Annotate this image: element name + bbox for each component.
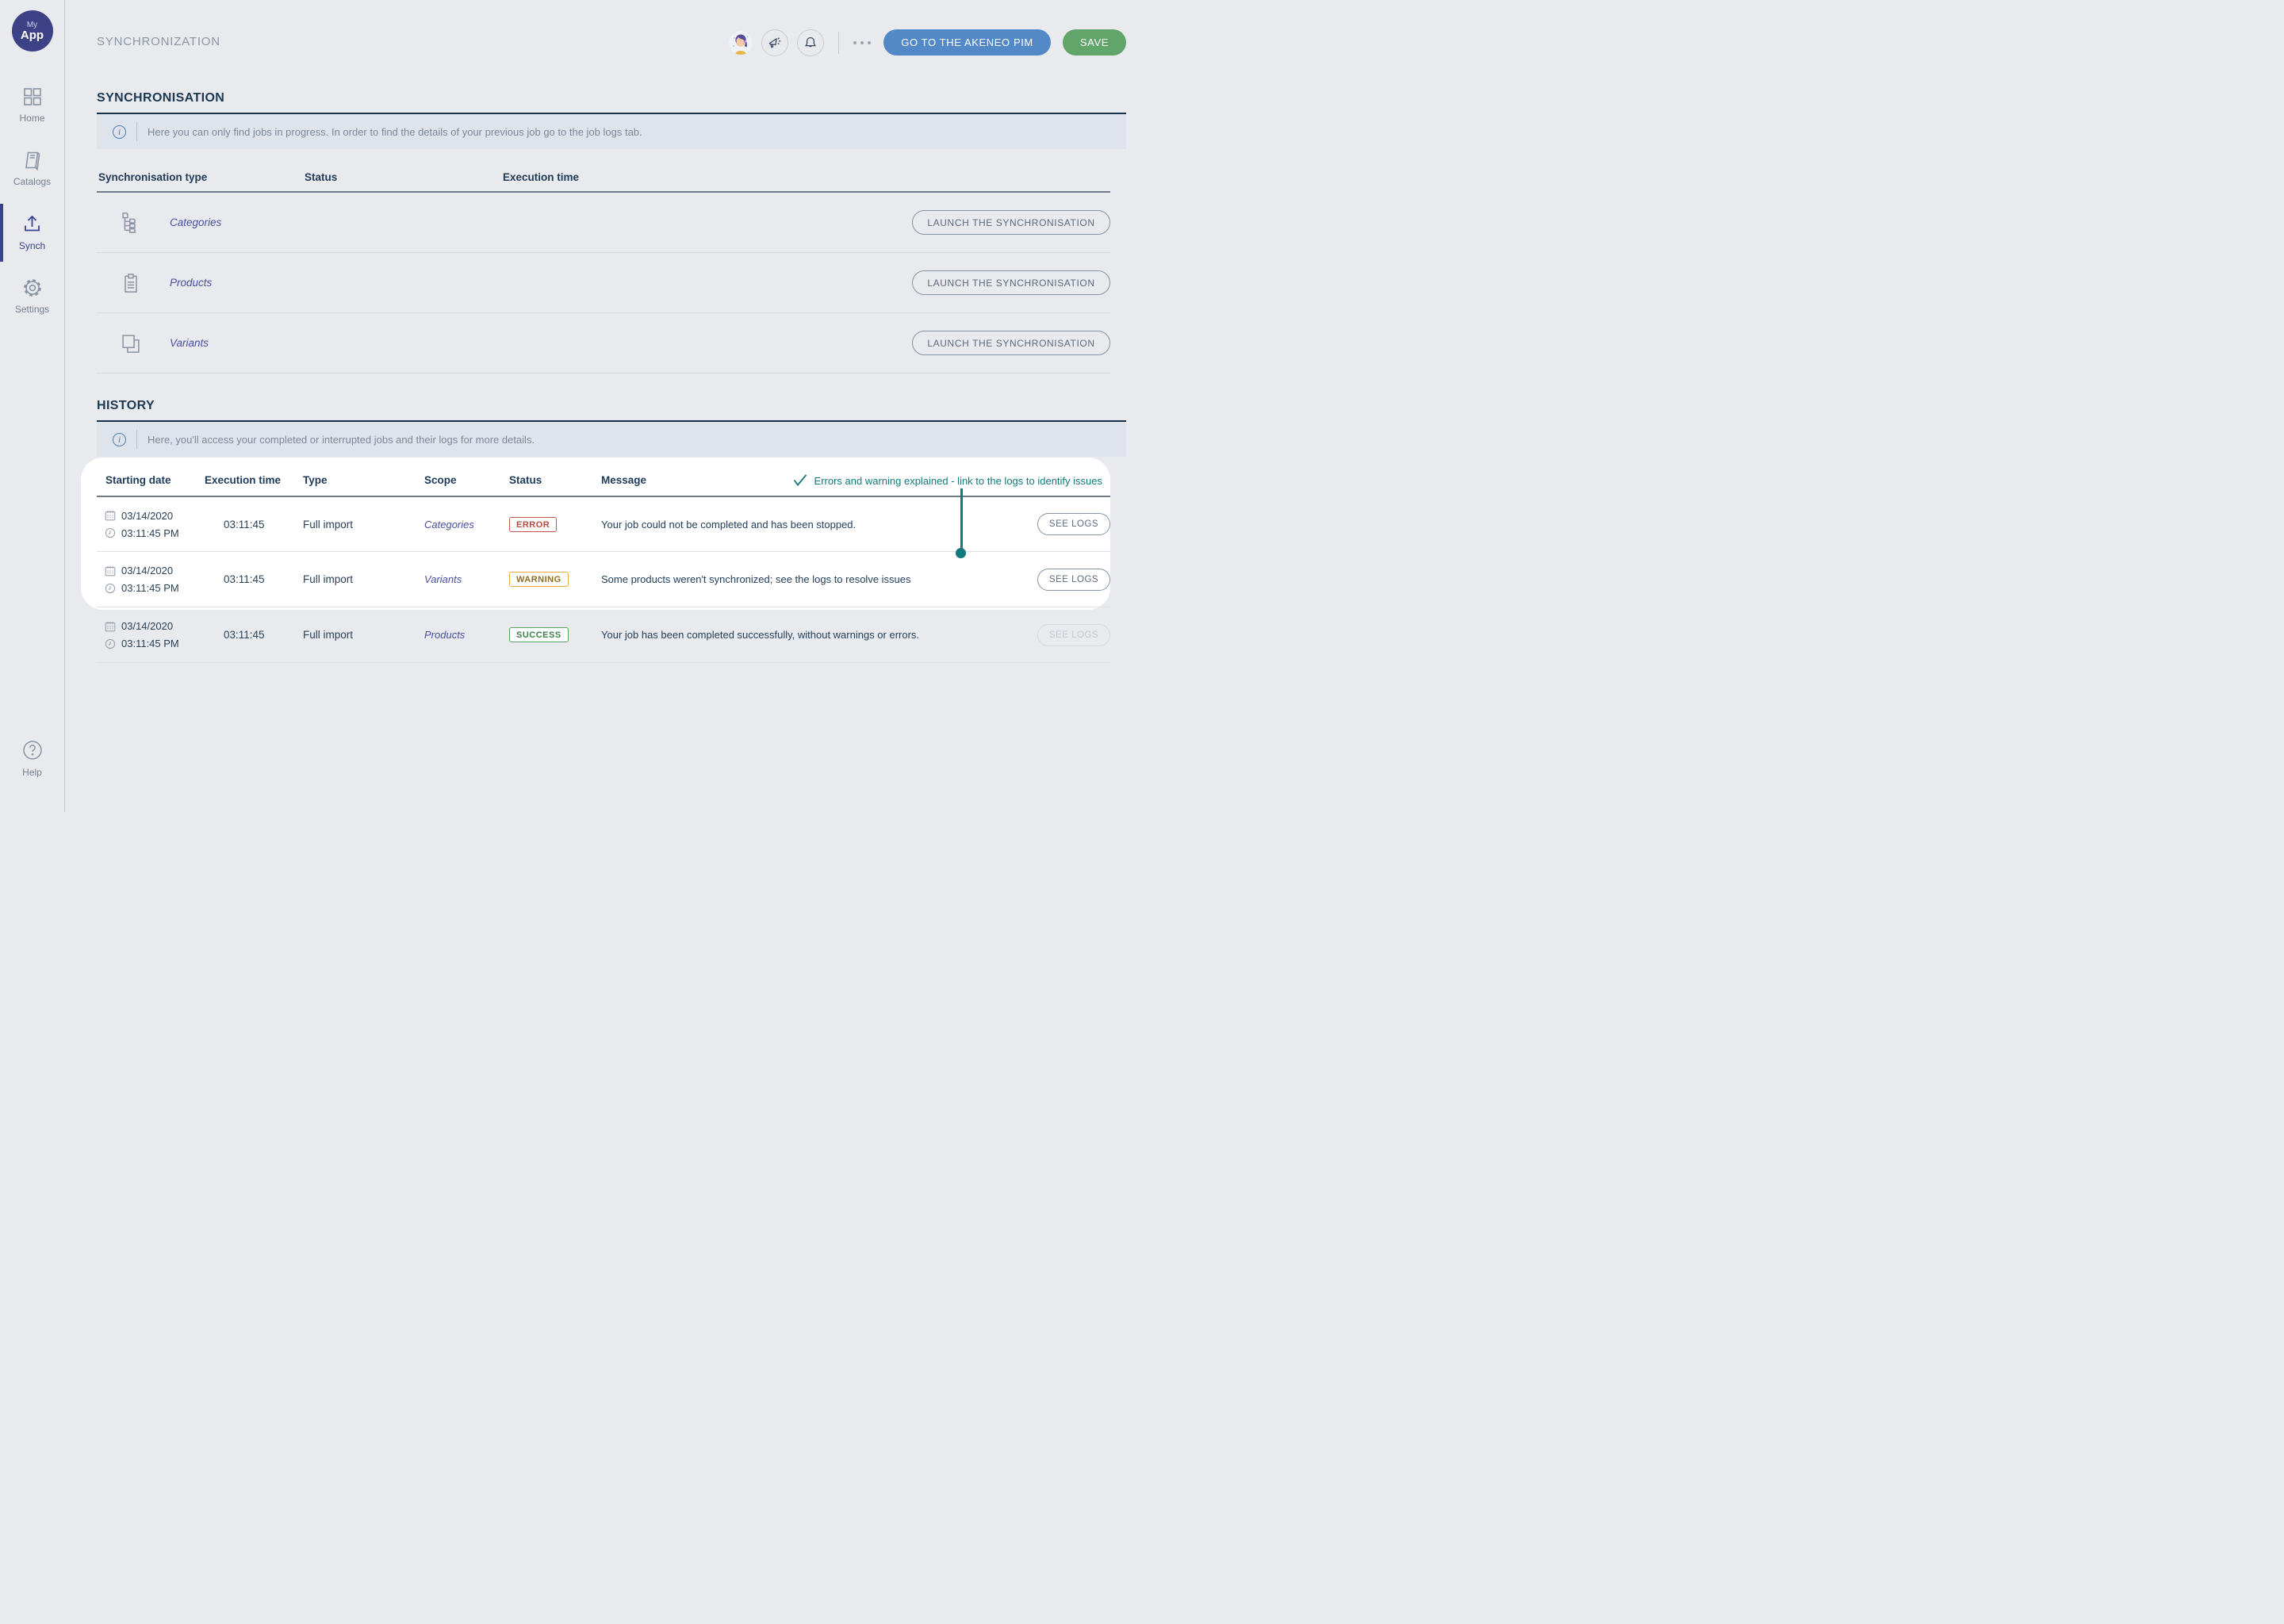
sync-row-label-products[interactable]: Products — [170, 277, 305, 289]
banner-divider — [136, 122, 137, 141]
sidebar-item-label: Synch — [19, 240, 45, 251]
clock-icon — [105, 583, 116, 594]
launch-synchronisation-button[interactable]: LAUNCH THE SYNCHRONISATION — [912, 270, 1110, 295]
history-info-banner: i Here, you'll access your completed or … — [97, 422, 1126, 457]
message-text: Your job has been completed successfully… — [601, 629, 1033, 641]
column-header-execution-time: Execution time — [205, 474, 303, 486]
annotation-pointer-line — [960, 488, 963, 553]
table-row: 03/14/2020 03:11:45 PM 03:11:45 Full imp… — [97, 552, 1110, 607]
sidebar-item-catalogs[interactable]: Catalogs — [0, 140, 64, 197]
status-badge: ERROR — [509, 517, 557, 532]
app-logo[interactable]: My App — [12, 10, 53, 52]
main-content: SYNCHRONISATION i Here you can only find… — [97, 0, 1126, 663]
banner-divider — [136, 430, 137, 449]
message-text: Your job could not be completed and has … — [601, 519, 1033, 530]
column-header-status: Status — [305, 171, 503, 183]
app-logo-line1: My — [27, 21, 37, 29]
scope-link[interactable]: Products — [424, 629, 509, 641]
question-icon — [21, 739, 44, 761]
sync-table: Synchronisation type Status Execution ti… — [97, 149, 1110, 373]
annotation-pointer-dot — [956, 548, 966, 558]
history-section-title: HISTORY — [97, 399, 1126, 422]
column-header-type: Synchronisation type — [97, 171, 305, 183]
scope-link[interactable]: Variants — [424, 573, 509, 585]
table-row: Variants LAUNCH THE SYNCHRONISATION — [97, 313, 1110, 373]
copies-icon — [97, 332, 170, 354]
type-value: Full import — [303, 573, 424, 585]
sidebar-item-label: Catalogs — [13, 176, 51, 187]
history-table: Starting date Execution time Type Scope … — [97, 457, 1110, 663]
status-badge: WARNING — [509, 572, 569, 587]
starting-time-value: 03:11:45 PM — [121, 582, 179, 594]
category-tree-icon — [97, 212, 170, 234]
type-value: Full import — [303, 629, 424, 641]
column-header-execution-time: Execution time — [503, 171, 1110, 183]
starting-time-value: 03:11:45 PM — [121, 638, 179, 649]
starting-time-value: 03:11:45 PM — [121, 527, 179, 539]
launch-synchronisation-button[interactable]: LAUNCH THE SYNCHRONISATION — [912, 210, 1110, 235]
sidebar-item-help[interactable]: Help — [0, 730, 64, 788]
execution-time-value: 03:11:45 — [205, 519, 303, 530]
table-row: Categories LAUNCH THE SYNCHRONISATION — [97, 193, 1110, 253]
sidebar-nav: Home Catalogs Synch — [0, 77, 64, 325]
history-table-header: Starting date Execution time Type Scope … — [97, 457, 1110, 497]
clock-icon — [105, 527, 116, 538]
sync-info-text: Here you can only find jobs in progress.… — [148, 126, 642, 138]
app-window: My App Home Cat — [0, 0, 1142, 812]
sidebar-item-synch[interactable]: Synch — [0, 204, 64, 262]
table-row: 03/14/2020 03:11:45 PM 03:11:45 Full imp… — [97, 497, 1110, 552]
starting-date-value: 03/14/2020 — [121, 565, 173, 576]
sync-row-label-variants[interactable]: Variants — [170, 337, 305, 349]
table-row: Products LAUNCH THE SYNCHRONISATION — [97, 253, 1110, 313]
sync-section-title: SYNCHRONISATION — [97, 91, 1126, 114]
column-header-starting-date: Starting date — [97, 474, 205, 486]
sidebar-item-label: Home — [19, 113, 44, 124]
execution-time-value: 03:11:45 — [205, 629, 303, 641]
upload-icon — [21, 213, 43, 235]
starting-date-value: 03/14/2020 — [121, 510, 173, 522]
history-info-text: Here, you'll access your completed or in… — [148, 434, 535, 446]
see-logs-button[interactable]: SEE LOGS — [1037, 569, 1110, 591]
execution-time-value: 03:11:45 — [205, 573, 303, 585]
column-header-type: Type — [303, 474, 424, 486]
calendar-icon — [105, 510, 116, 521]
sidebar-item-label: Settings — [15, 304, 49, 315]
calendar-icon — [105, 565, 116, 576]
gear-icon — [22, 278, 43, 298]
check-icon — [793, 474, 807, 487]
sidebar-item-home[interactable]: Home — [0, 77, 64, 134]
sync-table-header: Synchronisation type Status Execution ti… — [97, 149, 1110, 193]
message-text: Some products weren't synchronized; see … — [601, 573, 1033, 585]
sidebar-item-settings[interactable]: Settings — [0, 268, 64, 325]
scope-link[interactable]: Categories — [424, 519, 509, 530]
calendar-icon — [105, 621, 116, 632]
starting-date-value: 03/14/2020 — [121, 620, 173, 632]
status-badge: SUCCESS — [509, 627, 569, 642]
info-icon: i — [113, 125, 126, 139]
column-header-scope: Scope — [424, 474, 509, 486]
see-logs-button[interactable]: SEE LOGS — [1037, 513, 1110, 535]
sidebar-item-label: Help — [22, 767, 42, 778]
annotation-text: Errors and warning explained - link to t… — [814, 475, 1102, 487]
table-row: 03/14/2020 03:11:45 PM 03:11:45 Full imp… — [97, 607, 1110, 663]
column-header-status: Status — [509, 474, 601, 486]
clipboard-icon — [97, 272, 170, 294]
info-icon: i — [113, 433, 126, 446]
sync-info-banner: i Here you can only find jobs in progres… — [97, 114, 1126, 149]
type-value: Full import — [303, 519, 424, 530]
clock-icon — [105, 638, 116, 649]
sidebar: My App Home Cat — [0, 0, 65, 812]
grid-icon — [22, 86, 43, 107]
sync-row-label-categories[interactable]: Categories — [170, 216, 305, 228]
see-logs-button-disabled: SEE LOGS — [1037, 624, 1110, 646]
book-icon — [22, 150, 43, 170]
app-logo-line2: App — [21, 29, 44, 42]
annotation-note: Errors and warning explained - link to t… — [793, 474, 1102, 487]
launch-synchronisation-button[interactable]: LAUNCH THE SYNCHRONISATION — [912, 331, 1110, 355]
